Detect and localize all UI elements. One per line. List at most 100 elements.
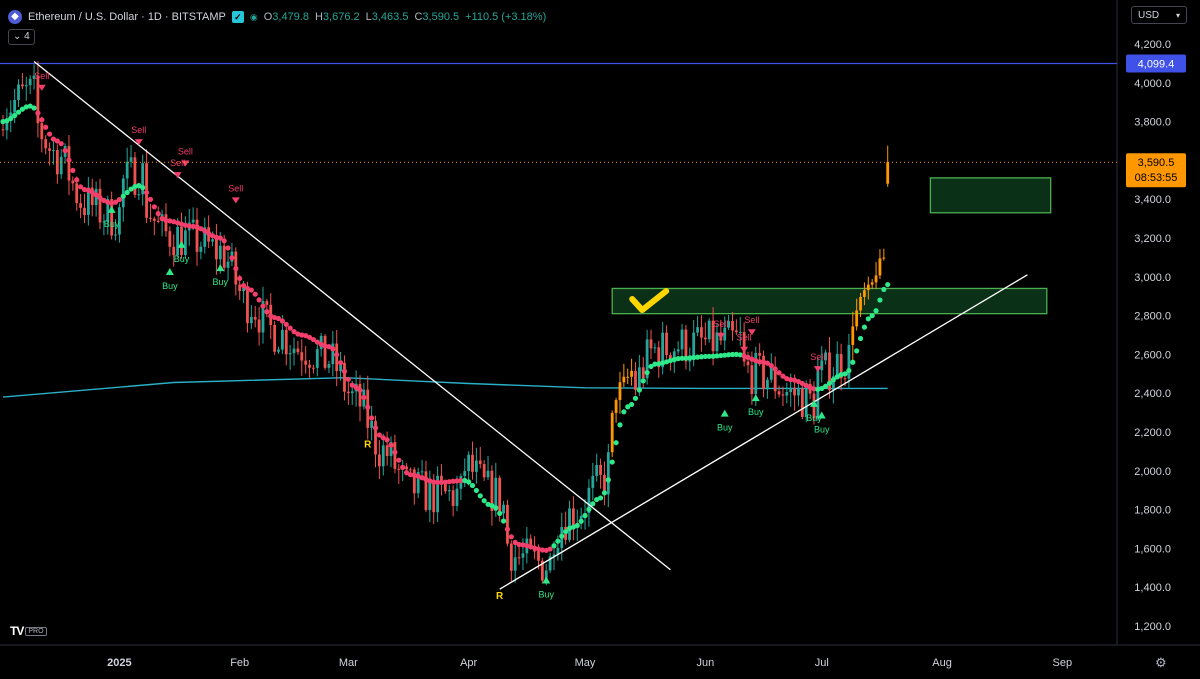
candle-body [370, 420, 374, 428]
buy-triangle-icon [751, 394, 760, 402]
candle-body [199, 246, 203, 252]
candle-body [44, 139, 48, 149]
symbol-title[interactable]: Ethereum / U.S. Dollar · 1D · BITSTAMP [28, 11, 226, 23]
candle-body [218, 245, 222, 260]
trail-stop-dot [147, 196, 154, 202]
trail-stop-dot [256, 297, 262, 303]
candle-body [874, 275, 878, 283]
candle-body [79, 203, 83, 208]
trail-stop-dot [221, 238, 227, 244]
currency-selector[interactable]: USD ▾ [1131, 6, 1187, 24]
trail-stop-dot [237, 275, 243, 282]
candle-body [381, 445, 385, 467]
trail-stop-dot [772, 366, 778, 372]
chevron-down-icon: ⌄ [13, 31, 22, 42]
candle-body [843, 378, 847, 380]
candle-body [257, 319, 261, 333]
trail-stop-dot [861, 324, 868, 330]
candle-body [21, 84, 24, 87]
candle-body [800, 388, 804, 417]
trail-stop-dot [597, 495, 604, 501]
trail-stop-dot [264, 309, 270, 315]
candle-body [789, 387, 793, 393]
candle-body [211, 239, 214, 242]
trail-stop-dot [31, 105, 37, 111]
trail-stop-dot [586, 506, 592, 513]
trail-stop-dot [629, 401, 635, 408]
indicators-toggle[interactable]: ⌄ 4 [8, 29, 35, 45]
trail-stop-dot [283, 321, 289, 328]
candle-body [284, 329, 288, 355]
y-tick-label: 3,000.0 [1134, 272, 1171, 284]
trail-stop-dot [396, 457, 402, 463]
trail-stop-dot [617, 422, 623, 428]
y-tick-label: 2,000.0 [1134, 466, 1171, 478]
candle-body [409, 469, 412, 471]
trail-stop-dot [477, 493, 483, 499]
candle-body [502, 504, 505, 514]
candle-body [878, 258, 882, 276]
candle-body [265, 301, 269, 305]
candle-body [467, 454, 471, 472]
candle-body [653, 347, 657, 349]
buy-signal-label: Buy [213, 277, 229, 287]
trail-stop-dot [388, 442, 394, 448]
candle-body [591, 475, 595, 488]
x-tick-label: May [575, 657, 596, 669]
last-price-value: 3,590.5 [1138, 157, 1175, 169]
x-tick-label: Jul [815, 657, 829, 669]
candle-body [521, 553, 525, 558]
trail-stop-dot [46, 131, 53, 137]
candle-body [420, 471, 424, 473]
candle-body [121, 178, 125, 208]
candle-body [114, 234, 117, 236]
trail-stop-dot [644, 369, 650, 376]
x-tick-label: Jun [696, 657, 714, 669]
candle-body [451, 490, 455, 506]
candle-body [152, 218, 156, 221]
x-tick-label: Sep [1053, 657, 1073, 669]
target-zone [611, 287, 1048, 315]
y-tick-label: 2,400.0 [1134, 388, 1171, 400]
bookmark-icon[interactable]: ✓ [231, 11, 244, 23]
candle-body [168, 231, 172, 247]
candle-body [273, 324, 277, 352]
trail-stop-dot [601, 490, 608, 496]
candle-body [785, 392, 789, 396]
gear-icon[interactable]: ⚙ [1155, 655, 1167, 671]
candle-body [428, 480, 432, 511]
trail-stop-dot [466, 479, 472, 485]
trail-stop-dot [508, 534, 514, 540]
candle-body [28, 78, 32, 86]
candle-body [707, 320, 711, 340]
candle-body [238, 284, 242, 292]
trail-stop-dot [143, 189, 150, 196]
candle-body [769, 366, 773, 380]
trail-stop-dot [384, 437, 390, 443]
candle-body [125, 161, 129, 179]
candle-body [443, 483, 447, 492]
price-chart[interactable]: 1,200.0 1,400.0 1,600.0 1,800.0 2,000.0 2,200… [0, 0, 1200, 679]
candle-body [288, 353, 292, 355]
candle-body [393, 442, 397, 469]
trail-stop-dot [151, 204, 157, 210]
candle-body [886, 162, 890, 184]
tradingview-logo[interactable]: TV PRO [10, 624, 47, 638]
trail-stop-dot [605, 477, 611, 483]
candle-body [766, 379, 769, 390]
resistance-price-value: 4,099.4 [1138, 59, 1175, 71]
trail-stop-dot [248, 287, 254, 293]
trail-stop-dot [392, 449, 398, 455]
trail-stop-dot [609, 459, 615, 465]
trail-stop-dot [493, 505, 499, 511]
buy-signal-label: Buy [538, 589, 554, 599]
sell-signal-label: Sell [170, 158, 185, 168]
trail-stop-dot [39, 117, 45, 123]
trail-stop-dot [885, 281, 891, 288]
trail-stop-dot [70, 167, 76, 174]
trail-stop-dot [225, 245, 231, 251]
candle-body [649, 339, 653, 349]
trail-stop-dot [229, 255, 235, 261]
candle-body [133, 157, 137, 195]
candle-body [599, 465, 602, 475]
